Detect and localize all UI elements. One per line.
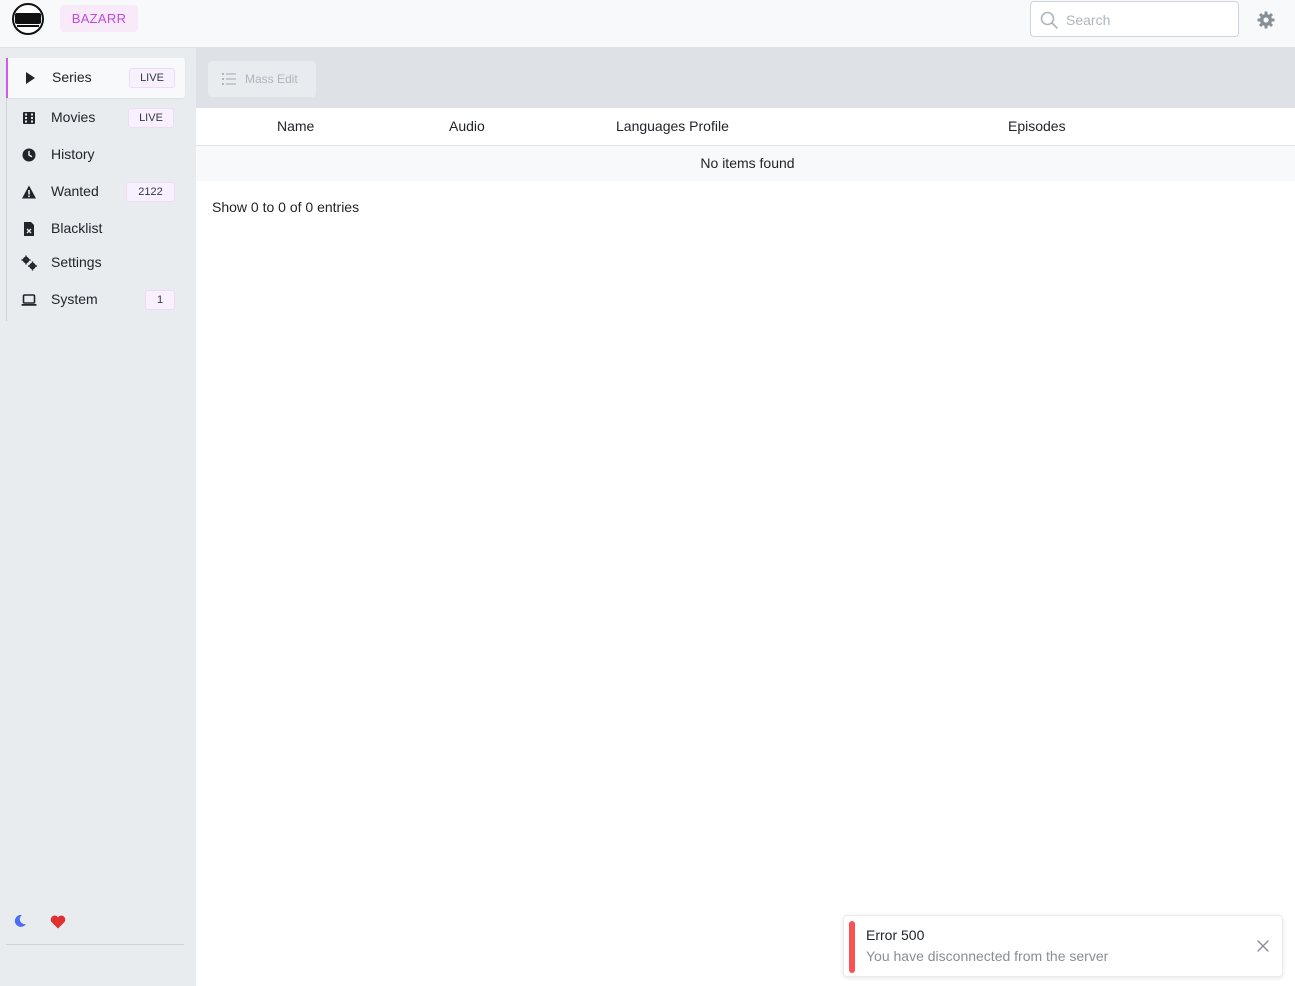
sidebar: Series LIVE Movies LIVE History Wanted 2… <box>0 48 196 986</box>
warning-icon <box>22 185 36 199</box>
sidebar-item-label: System <box>51 291 98 307</box>
sidebar-item-series[interactable]: Series LIVE <box>6 58 185 98</box>
live-badge: LIVE <box>129 68 175 88</box>
column-header-episodes[interactable]: Episodes <box>1008 118 1066 134</box>
column-header-languages-profile[interactable]: Languages Profile <box>616 118 729 134</box>
search-input[interactable] <box>1066 10 1231 30</box>
toast-error-bar <box>849 921 855 973</box>
tv-logo-icon <box>15 13 41 27</box>
live-badge: LIVE <box>128 108 174 128</box>
toolbar: Mass Edit <box>196 48 1295 108</box>
moon-icon[interactable] <box>13 914 27 928</box>
table-row: No items found <box>196 146 1295 181</box>
empty-message: No items found <box>700 155 795 171</box>
toast-message: You have disconnected from the server <box>866 948 1109 964</box>
cogs-icon <box>21 255 37 271</box>
sidebar-item-label: Blacklist <box>51 220 103 236</box>
sidebar-item-history[interactable]: History <box>7 135 186 175</box>
sidebar-item-settings[interactable]: Settings <box>7 243 186 283</box>
app-header: BAZARR <box>0 0 1295 48</box>
clock-icon <box>22 148 36 162</box>
brand-badge[interactable]: BAZARR <box>60 5 138 32</box>
sidebar-item-label: Movies <box>51 109 96 125</box>
app-logo[interactable] <box>12 3 44 35</box>
error-toast: Error 500 You have disconnected from the… <box>843 915 1283 977</box>
sidebar-footer-divider <box>6 944 184 945</box>
sidebar-item-movies[interactable]: Movies LIVE <box>7 98 186 138</box>
column-header-name[interactable]: Name <box>277 118 314 134</box>
sidebar-item-label: Series <box>52 69 92 85</box>
file-x-icon <box>24 222 34 236</box>
toast-title: Error 500 <box>866 927 925 943</box>
table-header: Name Audio Languages Profile Episodes <box>196 108 1295 146</box>
play-icon <box>26 72 35 84</box>
search-icon <box>1040 11 1058 29</box>
sidebar-item-system[interactable]: System 1 <box>7 280 186 320</box>
film-icon <box>23 112 35 124</box>
mass-edit-button[interactable]: Mass Edit <box>208 61 316 97</box>
column-header-audio[interactable]: Audio <box>449 118 485 134</box>
sidebar-item-wanted[interactable]: Wanted 2122 <box>7 172 186 212</box>
list-icon <box>222 73 236 85</box>
sidebar-nav: Series LIVE Movies LIVE History Wanted 2… <box>6 58 186 321</box>
search-box[interactable] <box>1030 1 1239 37</box>
sidebar-item-label: Settings <box>51 254 102 270</box>
sidebar-item-label: Wanted <box>51 183 99 199</box>
pagination-info: Show 0 to 0 of 0 entries <box>212 199 360 215</box>
heart-icon[interactable] <box>50 915 66 929</box>
laptop-icon <box>21 294 37 306</box>
system-count-badge: 1 <box>145 290 175 310</box>
wanted-count-badge: 2122 <box>126 182 175 202</box>
gear-icon[interactable] <box>1256 10 1276 30</box>
close-icon[interactable] <box>1256 939 1270 953</box>
mass-edit-label: Mass Edit <box>245 72 298 86</box>
sidebar-item-label: History <box>51 146 95 162</box>
